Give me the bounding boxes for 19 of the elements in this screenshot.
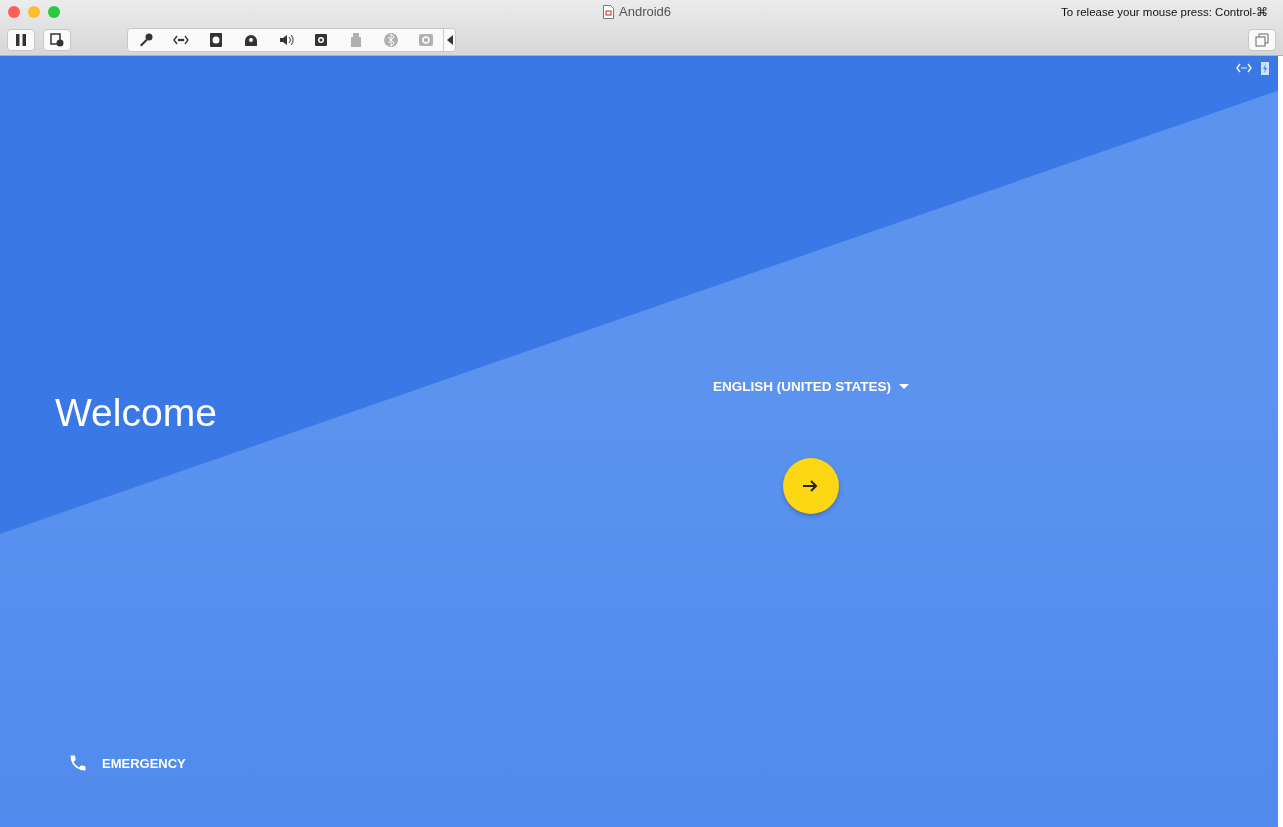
phone-icon <box>68 753 88 773</box>
snapshot-button[interactable] <box>43 28 71 51</box>
window-title: Android6 <box>619 4 672 19</box>
arrow-right-icon <box>803 479 819 493</box>
language-dropdown[interactable]: ENGLISH (UNITED STATES) <box>713 375 909 398</box>
snapshot-icon <box>50 32 64 47</box>
battery-charging-icon <box>1261 61 1269 75</box>
pause-icon <box>15 33 27 46</box>
release-mouse-hint: To release your mouse press: Control-⌘ <box>1061 5 1269 19</box>
pause-button[interactable] <box>7 28 35 51</box>
next-button[interactable] <box>783 458 839 514</box>
document-icon <box>603 4 614 19</box>
welcome-heading: Welcome <box>55 391 217 434</box>
close-icon[interactable] <box>8 6 20 18</box>
emergency-button[interactable]: EMERGENCY <box>66 751 188 775</box>
dropdown-caret-icon <box>899 384 909 389</box>
collapse-caret-icon[interactable] <box>443 28 455 51</box>
network-icon <box>1236 63 1252 73</box>
windows-icon <box>1255 32 1269 47</box>
